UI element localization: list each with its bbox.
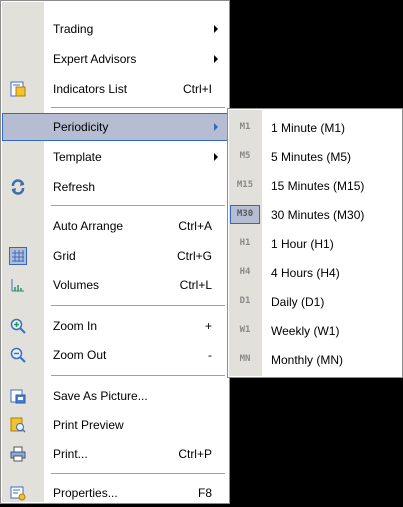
periodicity-item-label: Daily (D1) xyxy=(271,295,325,309)
periodicity-item-m5[interactable]: M5 5 Minutes (M5) xyxy=(229,142,403,171)
periodicity-item-m30[interactable]: M30 30 Minutes (M30) xyxy=(229,200,403,229)
grid-icon xyxy=(9,247,27,265)
periodicity-item-h4[interactable]: H4 4 Hours (H4) xyxy=(229,258,403,287)
menu-item-label: Save As Picture... xyxy=(53,389,148,403)
menu-item-trading[interactable]: Trading xyxy=(2,15,228,43)
timeframe-h1-icon: H1 xyxy=(239,238,251,248)
menu-item-grid[interactable]: Grid Ctrl+G xyxy=(2,242,228,270)
periodicity-item-mn[interactable]: MN Monthly (MN) xyxy=(229,345,403,374)
menu-separator xyxy=(51,375,225,376)
print-preview-icon xyxy=(10,417,26,433)
timeframe-m5-icon: M5 xyxy=(239,151,251,161)
menu-item-label: Grid xyxy=(53,249,76,263)
periodicity-item-h1[interactable]: H1 1 Hour (H1) xyxy=(229,229,403,258)
menu-item-print[interactable]: Print... Ctrl+P xyxy=(2,440,228,468)
periodicity-item-label: 1 Hour (H1) xyxy=(271,237,334,251)
timeframe-w1-icon: W1 xyxy=(239,325,251,335)
menu-item-label: Volumes xyxy=(53,278,100,292)
periodicity-item-w1[interactable]: W1 Weekly (W1) xyxy=(229,316,403,345)
menu-item-label: Expert Advisors xyxy=(53,52,137,66)
print-icon xyxy=(10,446,26,462)
menu-separator xyxy=(51,473,225,474)
periodicity-item-label: 15 Minutes (M15) xyxy=(271,179,365,193)
periodicity-item-label: Monthly (MN) xyxy=(271,353,344,367)
menu-item-label: Properties... xyxy=(53,486,118,500)
menu-item-auto-arrange[interactable]: Auto Arrange Ctrl+A xyxy=(2,212,228,240)
timeframe-h4-icon: H4 xyxy=(239,267,251,277)
menu-item-label: Indicators List xyxy=(53,82,128,96)
menu-item-label: Refresh xyxy=(53,180,96,194)
volumes-icon xyxy=(10,277,26,293)
menu-item-shortcut: Ctrl+G xyxy=(176,249,212,263)
menu-item-save-as-picture[interactable]: Save As Picture... xyxy=(2,382,228,410)
timeframe-d1-icon: D1 xyxy=(239,296,251,306)
menu-separator xyxy=(51,205,225,206)
menu-item-label: Print Preview xyxy=(53,418,124,432)
timeframe-m15-icon: M15 xyxy=(236,180,254,190)
periodicity-item-label: 1 Minute (M1) xyxy=(271,121,346,135)
menu-item-label: Trading xyxy=(53,22,94,36)
menu-item-label: Template xyxy=(53,150,102,164)
refresh-icon xyxy=(10,179,26,195)
menu-separator xyxy=(51,107,225,108)
menu-item-label: Auto Arrange xyxy=(53,219,124,233)
zoom-out-icon xyxy=(10,347,26,363)
indicators-list-icon xyxy=(10,81,26,97)
menu-item-shortcut: Ctrl+P xyxy=(178,447,212,461)
periodicity-item-m1[interactable]: M1 1 Minute (M1) xyxy=(229,113,403,142)
save-picture-icon xyxy=(10,388,26,404)
menu-item-template[interactable]: Template xyxy=(2,143,228,171)
menu-item-label: Print... xyxy=(53,447,88,461)
menu-item-properties[interactable]: Properties... F8 xyxy=(2,479,228,507)
menu-item-zoom-out[interactable]: Zoom Out - xyxy=(2,341,228,369)
submenu-arrow-icon xyxy=(214,25,218,33)
menu-item-shortcut: Ctrl+A xyxy=(178,219,212,233)
menu-item-label: Zoom Out xyxy=(53,348,107,362)
menu-item-label: Zoom In xyxy=(53,319,98,333)
periodicity-item-label: Weekly (W1) xyxy=(271,324,340,338)
menu-separator xyxy=(51,305,225,306)
menu-item-shortcut: F8 xyxy=(197,486,212,500)
zoom-in-icon xyxy=(10,318,26,334)
submenu-arrow-icon xyxy=(214,55,218,63)
timeframe-m1-icon: M1 xyxy=(239,122,251,132)
periodicity-item-label: 4 Hours (H4) xyxy=(271,266,340,280)
menu-item-zoom-in[interactable]: Zoom In + xyxy=(2,312,228,340)
timeframe-mn-icon: MN xyxy=(239,354,251,364)
timeframe-m30-icon: M30 xyxy=(230,205,260,224)
properties-icon xyxy=(10,485,26,501)
periodicity-item-label: 5 Minutes (M5) xyxy=(271,150,352,164)
menu-item-shortcut: Ctrl+L xyxy=(179,278,212,292)
submenu-arrow-icon xyxy=(214,123,218,131)
menu-item-periodicity[interactable]: Periodicity xyxy=(2,113,228,141)
submenu-arrow-icon xyxy=(214,153,218,161)
menu-item-shortcut: + xyxy=(204,319,212,333)
menu-item-indicators-list[interactable]: Indicators List Ctrl+I xyxy=(2,75,228,103)
menu-item-volumes[interactable]: Volumes Ctrl+L xyxy=(2,271,228,299)
menu-item-shortcut: Ctrl+I xyxy=(182,82,212,96)
periodicity-item-label: 30 Minutes (M30) xyxy=(271,208,365,222)
menu-item-label: Periodicity xyxy=(53,120,109,134)
chart-context-menu: Trading Expert Advisors Indicators List … xyxy=(0,0,230,504)
periodicity-submenu: M1 1 Minute (M1) M5 5 Minutes (M5) M15 1… xyxy=(227,108,403,378)
periodicity-item-m15[interactable]: M15 15 Minutes (M15) xyxy=(229,171,403,200)
menu-item-expert-advisors[interactable]: Expert Advisors xyxy=(2,45,228,73)
menu-item-print-preview[interactable]: Print Preview xyxy=(2,411,228,439)
menu-item-shortcut: - xyxy=(208,348,212,362)
periodicity-item-d1[interactable]: D1 Daily (D1) xyxy=(229,287,403,316)
menu-item-refresh[interactable]: Refresh xyxy=(2,173,228,201)
